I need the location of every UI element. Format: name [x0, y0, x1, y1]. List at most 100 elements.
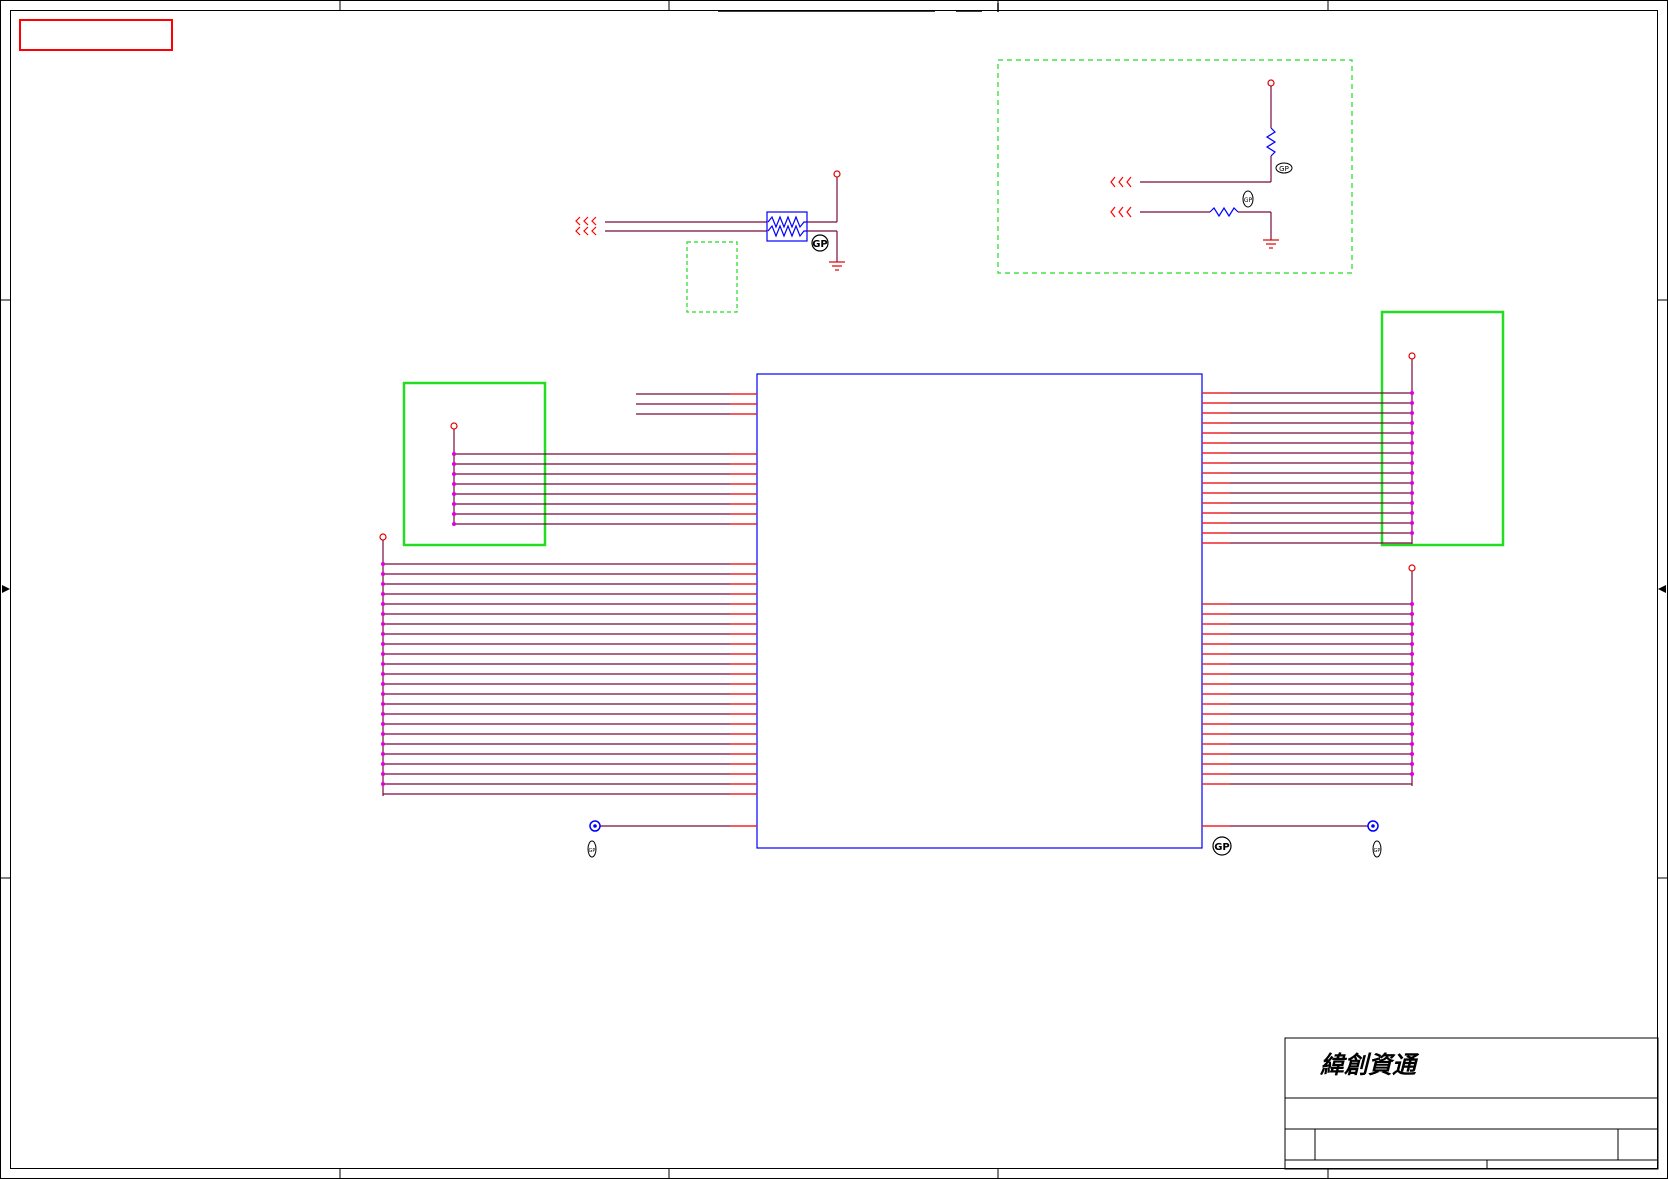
junction-dot [381, 752, 385, 756]
svg-text:GP: GP [1244, 197, 1253, 204]
gp-icon: GP [1372, 840, 1382, 858]
junction-dot [452, 452, 456, 456]
junction-dot [1410, 762, 1414, 766]
junction-dot [1410, 752, 1414, 756]
svg-text:GP: GP [812, 239, 828, 250]
svg-text:GP: GP [1214, 842, 1230, 853]
junction-dot [381, 602, 385, 606]
junction-dot [381, 712, 385, 716]
junction-dot [1410, 491, 1414, 495]
junction-dot [1410, 672, 1414, 676]
power-port [1408, 352, 1416, 360]
junction-dot [1410, 471, 1414, 475]
junction-dot [452, 472, 456, 476]
gp-icon: GP [1212, 836, 1232, 856]
schematic-sheet: GP GP GP GP GP GP 緯創資通 [0, 0, 1668, 1179]
junction-dot [381, 652, 385, 656]
right-bus-signal-wires [1202, 571, 1414, 786]
junction-dot [1410, 662, 1414, 666]
junction-dot [1410, 391, 1414, 395]
junction-dot [1410, 441, 1414, 445]
junction-dot [452, 462, 456, 466]
gp-icon: GP [587, 840, 597, 858]
junction-dot [452, 482, 456, 486]
junction-dot [1410, 421, 1414, 425]
junction-dot [1410, 461, 1414, 465]
junction-dot [381, 702, 385, 706]
gp-icon: GP [1275, 162, 1293, 174]
power-port [450, 422, 458, 430]
gp-icon: GP [811, 234, 829, 252]
junction-dot [381, 562, 385, 566]
junction-dot [381, 782, 385, 786]
junction-dot [1410, 411, 1414, 415]
ground-icon [1263, 239, 1279, 249]
junction-dot [452, 502, 456, 506]
junction-dot [1410, 401, 1414, 405]
junction-dot [452, 522, 456, 526]
svg-text:GP: GP [1279, 165, 1289, 173]
dashed-placeholder-box [686, 241, 738, 313]
junction-dot [1410, 501, 1414, 505]
pullup-resistor-block: GP GP [997, 59, 1353, 274]
junction-dot [1410, 451, 1414, 455]
sheet-frame [0, 0, 1668, 1179]
resistor-network-block: GP [575, 170, 845, 313]
svg-text:GP: GP [1374, 848, 1381, 854]
junction-dot [1410, 772, 1414, 776]
junction-dot [381, 692, 385, 696]
junction-dot [381, 592, 385, 596]
junction-dot [1410, 511, 1414, 515]
junction-dot [381, 612, 385, 616]
side-arrow-markers [2, 585, 1666, 593]
svg-text:GP: GP [589, 848, 596, 854]
junction-dot [1410, 431, 1414, 435]
left-box-signal-wires [452, 429, 757, 526]
junction-dot [381, 732, 385, 736]
junction-dot [1410, 642, 1414, 646]
company-name: 緯創資通 [1319, 1050, 1420, 1079]
junction-dot [1410, 712, 1414, 716]
resistor-icon [1209, 206, 1239, 218]
resistor-icon [1265, 127, 1277, 157]
junction-dot [1410, 692, 1414, 696]
junction-dot [381, 722, 385, 726]
junction-dot [1410, 702, 1414, 706]
junction-dot [381, 762, 385, 766]
junction-dot [381, 642, 385, 646]
junction-dot [381, 582, 385, 586]
junction-dot [381, 572, 385, 576]
junction-dot [452, 492, 456, 496]
offpage-connector-icon [1110, 176, 1132, 218]
left-top-signal-wires [636, 393, 757, 415]
junction-dot [381, 622, 385, 626]
gp-icon: GP [1242, 190, 1254, 208]
power-port [379, 533, 387, 541]
ground-icon [829, 261, 845, 271]
power-port [833, 170, 841, 178]
junction-dot [1410, 742, 1414, 746]
main-ic-body [756, 373, 1203, 849]
junction-dot [381, 662, 385, 666]
junction-dot [1410, 612, 1414, 616]
junction-dot [1410, 722, 1414, 726]
junction-dot [1410, 531, 1414, 535]
red-title-box [19, 19, 173, 51]
bottom-left-test-point: GP [587, 820, 757, 858]
junction-dot [1410, 602, 1414, 606]
power-port [1267, 79, 1275, 87]
junction-dot [452, 512, 456, 516]
junction-dot [1410, 481, 1414, 485]
junction-dot [1410, 682, 1414, 686]
junction-dot [381, 672, 385, 676]
junction-dot [381, 632, 385, 636]
junction-dot [381, 742, 385, 746]
junction-dot [381, 682, 385, 686]
offpage-connector-icon [575, 216, 597, 236]
power-port [1408, 564, 1416, 572]
top-border-marks [718, 3, 999, 12]
junction-dot [1410, 521, 1414, 525]
left-bus-signal-wires [381, 540, 757, 796]
highlight-box-right [1380, 310, 1505, 547]
bottom-right-test-point: GP GP [1202, 820, 1382, 858]
